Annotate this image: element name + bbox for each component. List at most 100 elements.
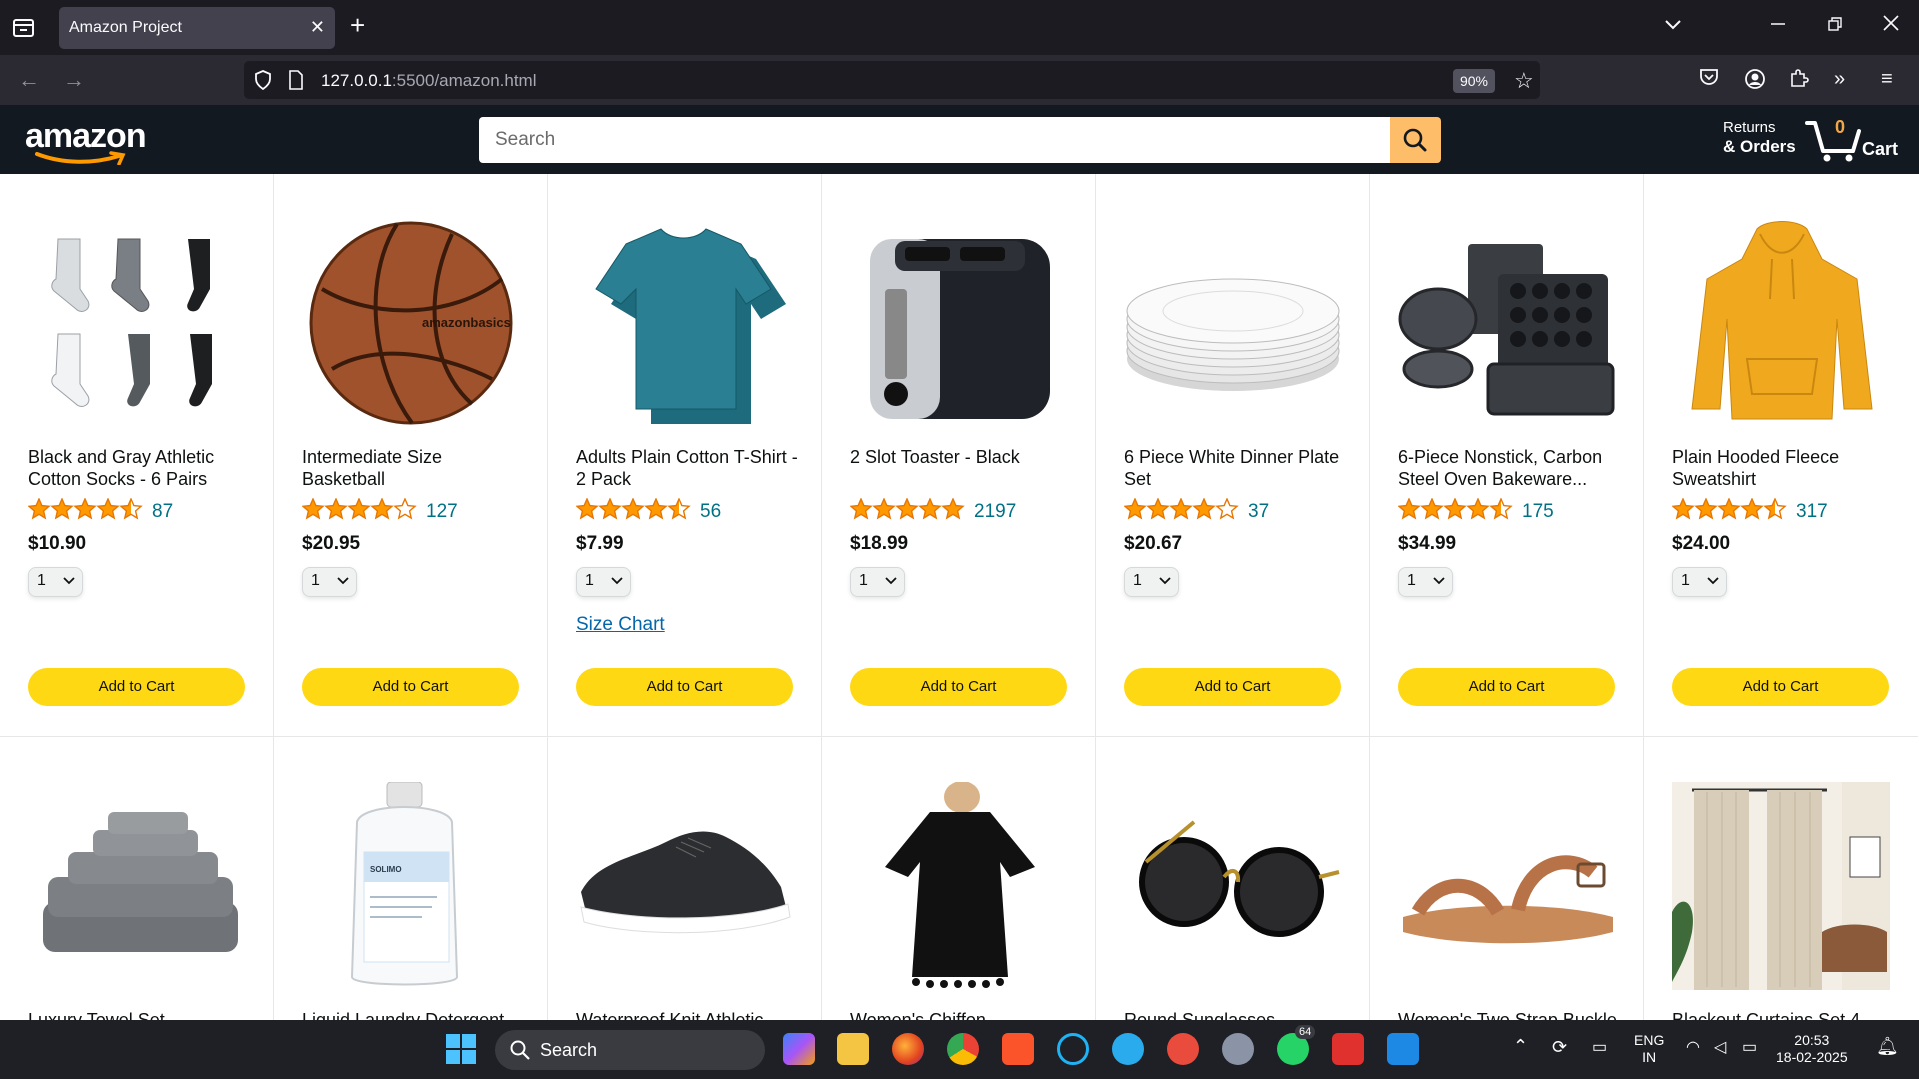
product-name[interactable]: Luxury Towel Set - xyxy=(28,1009,253,1020)
sync-icon[interactable]: ⟳ xyxy=(1552,1038,1567,1056)
product-image-plates[interactable] xyxy=(1124,219,1342,427)
quantity-select[interactable]: 1 xyxy=(1124,567,1179,597)
tab-list-icon[interactable] xyxy=(12,17,36,39)
add-to-cart-button[interactable]: Add to Cart xyxy=(576,668,793,706)
product-image-sunglasses[interactable] xyxy=(1124,782,1342,990)
tray-chevron-up-icon[interactable]: ⌃ xyxy=(1513,1037,1528,1055)
notification-bell-icon[interactable]: 🔔︎ xyxy=(1876,1037,1899,1055)
product-rating[interactable]: 127 xyxy=(301,497,458,524)
pocket-icon[interactable] xyxy=(1699,68,1719,92)
product-image-socks[interactable] xyxy=(28,219,246,427)
more-tools-chevrons-icon[interactable]: » xyxy=(1834,68,1845,91)
product-rating[interactable]: 175 xyxy=(1397,497,1554,524)
product-name[interactable]: Black and Gray Athletic Cotton Socks - 6… xyxy=(28,446,253,490)
star-icon xyxy=(119,497,143,520)
cart-link[interactable]: 0 Cart xyxy=(1805,115,1915,165)
tab-close-icon[interactable]: ✕ xyxy=(310,17,325,38)
whatsapp-icon[interactable]: 64 xyxy=(1277,1025,1316,1065)
language-indicator[interactable]: ENG IN xyxy=(1634,1032,1664,1066)
page-info-icon[interactable] xyxy=(288,70,304,95)
product-name[interactable]: Liquid Laundry Detergent xyxy=(302,1009,527,1020)
chrome-icon[interactable] xyxy=(947,1033,979,1065)
returns-orders-link[interactable]: Returns & Orders xyxy=(1723,119,1796,157)
url-bar[interactable]: 127.0.0.1:5500/amazon.html 90% ☆ xyxy=(244,61,1540,99)
quantity-select[interactable]: 1 xyxy=(850,567,905,597)
clock[interactable]: 20:53 18-02-2025 xyxy=(1776,1032,1848,1066)
product-image-towels[interactable] xyxy=(28,782,246,990)
account-icon[interactable] xyxy=(1744,68,1766,96)
product-image-toaster[interactable] xyxy=(850,219,1068,427)
brave-icon[interactable] xyxy=(1002,1033,1034,1065)
window-minimize-icon[interactable] xyxy=(1771,14,1785,37)
product-rating[interactable]: 37 xyxy=(1123,497,1269,524)
shield-icon[interactable] xyxy=(254,70,272,95)
telegram-icon[interactable] xyxy=(1112,1033,1144,1065)
window-close-icon[interactable] xyxy=(1883,14,1899,37)
back-arrow-icon[interactable]: ← xyxy=(18,67,40,93)
product-name[interactable]: Intermediate Size Basketball xyxy=(302,446,527,490)
wifi-icon[interactable]: ◠ xyxy=(1686,1039,1700,1056)
add-to-cart-button[interactable]: Add to Cart xyxy=(1124,668,1341,706)
zoom-level-badge[interactable]: 90% xyxy=(1453,69,1495,93)
browser-tab-active[interactable]: Amazon Project ✕ xyxy=(59,7,335,49)
product-rating[interactable]: 317 xyxy=(1671,497,1828,524)
add-to-cart-button[interactable]: Add to Cart xyxy=(1672,668,1889,706)
add-to-cart-button[interactable]: Add to Cart xyxy=(850,668,1067,706)
product-name[interactable]: 6 Piece White Dinner Plate Set xyxy=(1124,446,1349,490)
product-name[interactable]: 6-Piece Nonstick, Carbon Steel Oven Bake… xyxy=(1398,446,1623,490)
product-name[interactable]: Women's Two Strap Buckle xyxy=(1398,1009,1623,1020)
bookmark-star-icon[interactable]: ☆ xyxy=(1514,68,1534,94)
display-icon[interactable]: ▭ xyxy=(1592,1039,1607,1056)
search-button[interactable] xyxy=(1390,117,1441,163)
add-to-cart-button[interactable]: Add to Cart xyxy=(28,668,245,706)
quantity-select[interactable]: 1 xyxy=(576,567,631,597)
add-to-cart-button[interactable]: Add to Cart xyxy=(302,668,519,706)
url-text[interactable]: 127.0.0.1:5500/amazon.html xyxy=(321,71,537,91)
forward-arrow-icon[interactable]: → xyxy=(63,67,85,93)
taskbar-search-box[interactable]: Search xyxy=(495,1030,765,1070)
product-image-bakeware[interactable] xyxy=(1398,219,1616,427)
quantity-select[interactable]: 1 xyxy=(28,567,83,597)
firefox-icon[interactable] xyxy=(892,1033,924,1065)
battery-icon[interactable]: ▭ xyxy=(1742,1039,1757,1056)
quantity-select[interactable]: 1 xyxy=(1672,567,1727,597)
product-rating[interactable]: 87 xyxy=(27,497,173,524)
product-name[interactable]: 2 Slot Toaster - Black xyxy=(850,446,1075,468)
amazon-logo[interactable]: amazon xyxy=(25,117,147,165)
product-image-basketball[interactable]: amazonbasics xyxy=(302,219,520,427)
quantity-select[interactable]: 1 xyxy=(1398,567,1453,597)
product-name[interactable]: Blackout Curtains Set 4- xyxy=(1672,1009,1897,1020)
app-icon[interactable] xyxy=(1167,1033,1199,1065)
vscode-icon[interactable] xyxy=(1387,1033,1419,1065)
product-name[interactable]: Waterproof Knit Athletic xyxy=(576,1009,801,1020)
product-name[interactable]: Round Sunglasses xyxy=(1124,1009,1349,1020)
product-rating[interactable]: 56 xyxy=(575,497,721,524)
product-image-shoe[interactable] xyxy=(576,782,794,990)
product-image-dress[interactable] xyxy=(850,781,1068,990)
product-image-detergent[interactable]: SOLIMO xyxy=(302,781,520,990)
windows-start-icon[interactable] xyxy=(445,1033,477,1065)
cortana-icon[interactable] xyxy=(1057,1033,1089,1065)
settings-gear-icon[interactable] xyxy=(1222,1033,1254,1065)
quantity-select[interactable]: 1 xyxy=(302,567,357,597)
size-chart-link[interactable]: Size Chart xyxy=(576,614,665,636)
window-restore-icon[interactable] xyxy=(1828,14,1842,37)
new-tab-plus-icon[interactable]: + xyxy=(350,12,365,38)
product-image-hoodie[interactable] xyxy=(1672,219,1890,427)
tab-overflow-chevron-icon[interactable] xyxy=(1664,14,1682,37)
extensions-icon[interactable] xyxy=(1789,68,1809,94)
product-name[interactable]: Plain Hooded Fleece Sweatshirt xyxy=(1672,446,1897,490)
volume-icon[interactable]: ◁ xyxy=(1714,1039,1726,1056)
product-name[interactable]: Adults Plain Cotton T-Shirt - 2 Pack xyxy=(576,446,801,490)
add-to-cart-button[interactable]: Add to Cart xyxy=(1398,668,1615,706)
app-menu-hamburger-icon[interactable]: ≡ xyxy=(1881,68,1893,91)
product-image-curtains[interactable] xyxy=(1672,782,1890,990)
search-input[interactable] xyxy=(479,117,1390,163)
wps-office-icon[interactable] xyxy=(1332,1033,1364,1065)
product-image-sandal[interactable] xyxy=(1398,782,1616,990)
copilot-icon[interactable] xyxy=(783,1033,815,1065)
product-image-tshirt[interactable] xyxy=(576,219,794,427)
product-rating[interactable]: 2197 xyxy=(849,497,1016,524)
product-name[interactable]: Women's Chiffon xyxy=(850,1009,1075,1020)
file-explorer-icon[interactable] xyxy=(837,1033,869,1065)
